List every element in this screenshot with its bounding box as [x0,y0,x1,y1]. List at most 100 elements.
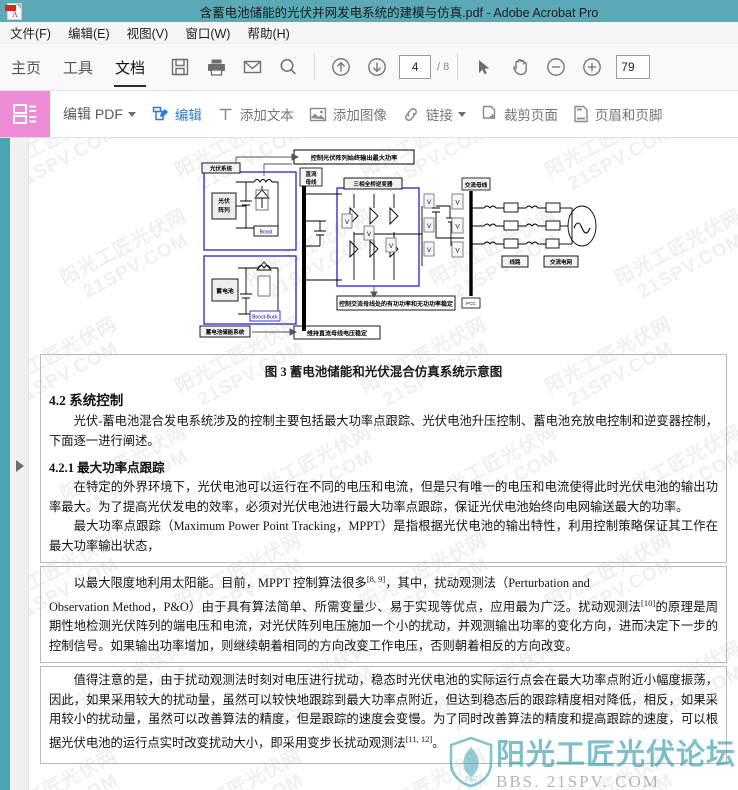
figure-caption: 图 3 蓄电池储能和光伏混合仿真系统示意图 [264,365,503,379]
svg-text:V: V [389,243,394,250]
svg-text:蓄电池: 蓄电池 [216,287,234,295]
paragraph-mppt-2: 最大功率点跟踪（Maximum Power Point Tracking，MPP… [49,519,718,553]
search-icon[interactable] [270,49,306,85]
po-lead-prefix: 以最大限度地利用太阳能。目前，MPPT 控制算法很多 [73,576,367,591]
paragraph-po-body: Observation Method，P&O）由于具有算法简单、所需变量少、易于… [49,594,718,657]
save-icon[interactable] [162,49,198,85]
menu-item-view[interactable]: 视图(V) [127,23,169,42]
add-image-icon [309,106,327,123]
system-schematic: 控制光伏阵列始终输出最大功率 光伏系统 光伏 阵列 Boost 蓄电池 Boos… [174,146,604,346]
ribbon-item-add-image[interactable]: 添加图像 [309,104,387,124]
note-text-b: 。 [432,735,445,750]
main-toolbar: 主页 工具 文档 4 / 8 79 [0,44,738,91]
edit-pdf-tool-name[interactable]: 编辑 PDF [63,104,136,124]
chevron-down-icon [127,111,136,117]
svg-text:维持直流母线电压稳定: 维持直流母线电压稳定 [307,330,367,338]
edit-pdf-tool-label: 编辑 PDF [63,106,123,122]
tab-tools[interactable]: 工具 [52,44,104,91]
menu-item-help[interactable]: 帮助(H) [247,23,289,42]
section-heading-4-2: 4.2 系统控制 [49,393,124,408]
zoom-level-input[interactable]: 79 [616,55,651,79]
citation-11-12: [11, 12] [405,733,433,744]
email-icon[interactable] [234,49,270,85]
hand-tool-icon[interactable] [502,49,538,85]
svg-text:Boost-Buck: Boost-Buck [252,315,278,321]
edit-pdf-ribbon: 编辑 PDF 编辑 添加文本 添加图像 链接 裁剪页面 页眉和页脚 [0,91,738,138]
chevron-down-icon [457,111,466,117]
next-page-icon[interactable] [359,49,395,85]
ribbon-item-link[interactable]: 链接 [402,104,466,124]
menubar: 文件(F) 编辑(E) 视图(V) 窗口(W) 帮助(H) [0,22,738,44]
ribbon-item-edit-label: 编辑 [174,108,202,123]
section-heading-4-2-1: 4.2.1 最大功率点跟踪 [49,461,165,475]
svg-text:阵列: 阵列 [218,206,230,214]
paragraph-mppt-1: 在特定的外界环境下，光伏电池可以运行在不同的电压和电流，但是只有唯一的电压和电流… [49,480,718,514]
svg-text:控制交流母线处的有功功率和无功功率稳定: 控制交流母线处的有功功率和无功功率稳定 [339,300,453,308]
svg-text:V: V [427,199,432,206]
svg-text:V: V [455,248,460,255]
toolbar-divider-1 [314,54,316,80]
svg-text:直流: 直流 [305,170,317,178]
edit-document-icon [151,105,169,123]
print-icon[interactable] [198,49,234,85]
window-titlebar: A 含蓄电池储能的光伏并网发电系统的建模与仿真.pdf - Adobe Acro… [0,0,738,22]
text-frame-1: 图 3 蓄电池储能和光伏混合仿真系统示意图 4.2 系统控制 光伏-蓄电池混合发… [40,354,727,563]
menu-item-window[interactable]: 窗口(W) [185,23,230,42]
add-text-icon [217,106,234,123]
ribbon-item-add-text[interactable]: 添加文本 [217,104,294,124]
svg-text:V: V [367,231,372,238]
forum-name-en: BBS. 21SPV. COM [495,772,660,790]
edit-pdf-tile-icon[interactable] [0,91,50,137]
citation-8-9: [8, 9] [366,574,386,584]
document-work-area: 阳光工匠光伏网 21SPV.COM 阳光工匠光伏网 21SPV.COM 阳光工匠光伏网 2… [0,138,738,790]
svg-text:线路: 线路 [509,258,521,266]
expand-navigation-pane-icon[interactable] [16,460,24,472]
shield-year-text: 2007 [464,777,478,783]
svg-text:交流母线: 交流母线 [465,181,488,189]
header-footer-icon [573,105,589,123]
tab-home[interactable]: 主页 [0,44,52,91]
ribbon-item-header-footer[interactable]: 页眉和页脚 [573,104,663,124]
svg-text:控制光伏阵列始终输出最大功率: 控制光伏阵列始终输出最大功率 [311,154,398,162]
svg-text:V: V [455,224,460,231]
ribbon-item-edit[interactable]: 编辑 [151,104,202,124]
svg-text:V: V [427,223,432,230]
menu-item-file[interactable]: 文件(F) [10,23,51,42]
previous-page-icon[interactable] [323,49,359,85]
select-tool-icon[interactable] [466,49,502,85]
po-lead-suffix: ，其中，扰动观测法（Perturbation and [385,576,590,591]
toolbar-divider-2 [457,54,459,80]
left-accent-rail [0,138,10,790]
note-text-a: 值得注意的是，由于扰动观测法时刻对电压进行扰动，稳态时光伏电池的实际运行点会在最… [49,673,718,750]
ribbon-item-crop-page[interactable]: 裁剪页面 [481,104,558,124]
svg-text:V: V [345,219,350,226]
page-content: 控制光伏阵列始终输出最大功率 光伏系统 光伏 阵列 Boost 蓄电池 Boos… [29,146,738,765]
svg-text:蓄电池储能系统: 蓄电池储能系统 [206,328,245,336]
paragraph-po-lead: 以最大限度地利用太阳能。目前，MPPT 控制算法很多[8, 9]，其中，扰动观测… [49,570,718,594]
citation-10: [10] [641,597,656,608]
crop-page-icon [481,105,498,123]
text-frame-2: 以最大限度地利用太阳能。目前，MPPT 控制算法很多[8, 9]，其中，扰动观测… [40,566,727,664]
link-icon [402,106,420,123]
ribbon-item-link-label: 链接 [425,108,453,123]
svg-text:V: V [427,247,432,254]
svg-text:交流电网: 交流电网 [550,258,573,266]
paragraph-4-2-1: 光伏-蓄电池混合发电系统涉及的控制主要包括最大功率点跟踪、光伏电池升压控制、蓄电… [49,414,718,448]
svg-text:Boost: Boost [260,230,273,236]
svg-text:母线: 母线 [305,178,317,186]
svg-text:PCC: PCC [466,301,476,306]
page-number-input[interactable]: 4 [399,55,432,79]
po-body-a: Observation Method，P&O）由于具有算法简单、所需变量少、易于… [49,599,642,614]
navigation-pane-strip[interactable] [10,138,29,790]
zoom-out-icon[interactable] [538,49,574,85]
zoom-in-icon[interactable] [574,49,610,85]
svg-text:V: V [455,200,460,207]
svg-text:光伏系统: 光伏系统 [209,165,233,173]
page-total-label: / 8 [437,61,450,73]
menu-item-edit[interactable]: 编辑(E) [68,23,110,42]
pdf-page[interactable]: 阳光工匠光伏网 21SPV.COM 阳光工匠光伏网 21SPV.COM 阳光工匠光伏网 2… [29,138,738,790]
ribbon-item-add-text-label: 添加文本 [239,108,294,123]
tab-document[interactable]: 文档 [104,44,156,91]
ribbon-item-header-footer-label: 页眉和页脚 [594,108,663,123]
svg-text:光伏: 光伏 [217,197,230,205]
